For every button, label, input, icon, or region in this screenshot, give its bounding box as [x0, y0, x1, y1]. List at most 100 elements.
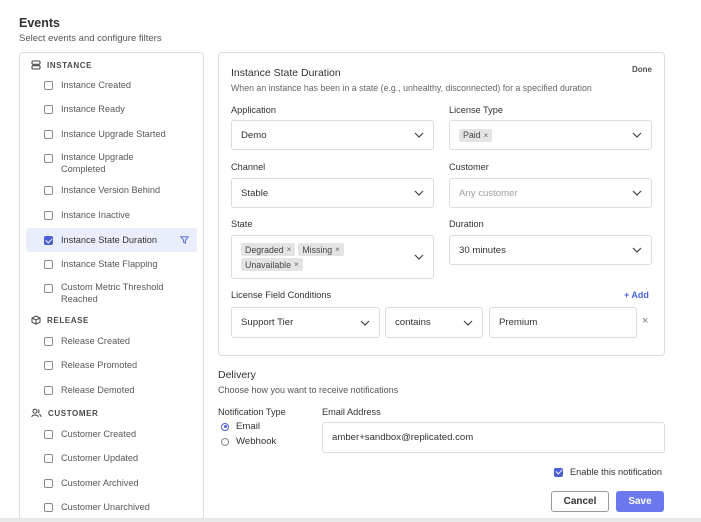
email-address-input[interactable]: amber+sandbox@replicated.com: [322, 422, 665, 453]
event-checkbox[interactable]: [44, 129, 53, 139]
event-config-card: Instance State Duration When an instance…: [218, 52, 665, 356]
enable-checkbox[interactable]: [554, 467, 563, 477]
event-item-instance-inactive[interactable]: Instance Inactive: [26, 207, 197, 223]
event-item-instance-created[interactable]: Instance Created: [26, 77, 197, 93]
delivery-description: Choose how you want to receive notificat…: [218, 385, 399, 395]
channel-label: Channel: [231, 162, 266, 172]
duration-value: 30 minutes: [459, 244, 506, 256]
event-item-instance-state-duration[interactable]: Instance State Duration: [26, 228, 197, 252]
remove-condition-icon[interactable]: ×: [642, 315, 648, 327]
event-checkbox[interactable]: [44, 210, 53, 220]
customer-label: Customer: [449, 162, 489, 172]
chip-remove-icon[interactable]: ×: [484, 131, 489, 140]
filter-icon[interactable]: [180, 236, 189, 245]
event-item-instance-upgrade-completed[interactable]: Instance Upgrade Completed: [26, 150, 197, 176]
radio-label: Email: [236, 421, 260, 432]
event-label: Instance Ready: [61, 104, 125, 114]
bottom-scrollbar: [0, 518, 701, 522]
event-checkbox[interactable]: [44, 185, 53, 195]
event-checkbox[interactable]: [44, 336, 53, 346]
customer-select[interactable]: Any customer: [449, 178, 652, 208]
event-label: Instance Created: [61, 80, 131, 90]
save-button[interactable]: Save: [616, 491, 664, 512]
radio-icon[interactable]: [221, 437, 229, 446]
event-checkbox[interactable]: [44, 284, 53, 293]
event-checkbox-checked[interactable]: [44, 235, 53, 245]
event-label: Customer Archived: [61, 478, 139, 488]
event-item-customer-archived[interactable]: Customer Archived: [26, 475, 197, 491]
condition-operator-select[interactable]: contains: [385, 307, 483, 338]
section-label: RELEASE: [47, 315, 89, 325]
condition-value-text: Premium: [499, 317, 538, 328]
chevron-down-icon: [632, 247, 642, 253]
event-item-custom-metric-threshold[interactable]: Custom Metric Threshold Reached: [26, 280, 197, 306]
chip-label: Unavailable: [245, 259, 291, 270]
email-address-value: amber+sandbox@replicated.com: [332, 432, 474, 443]
page-title: Events: [19, 16, 60, 30]
event-checkbox[interactable]: [44, 453, 53, 463]
event-checkbox[interactable]: [44, 502, 53, 512]
event-label: Release Demoted: [61, 385, 135, 395]
event-label: Release Promoted: [61, 360, 138, 370]
page-subtitle: Select events and configure filters: [19, 33, 162, 44]
chip-remove-icon[interactable]: ×: [294, 260, 299, 269]
event-checkbox[interactable]: [44, 154, 53, 163]
radio-webhook[interactable]: Webhook: [221, 436, 276, 447]
event-item-release-created[interactable]: Release Created: [26, 333, 197, 349]
section-label: CUSTOMER: [48, 408, 99, 418]
radio-email[interactable]: Email: [221, 421, 260, 432]
event-checkbox[interactable]: [44, 385, 53, 395]
condition-field-select[interactable]: Support Tier: [231, 307, 380, 338]
event-checkbox[interactable]: [44, 360, 53, 370]
chevron-down-icon: [632, 190, 642, 196]
notification-type-label: Notification Type: [218, 407, 286, 417]
application-select[interactable]: Demo: [231, 120, 434, 150]
chip-label: Degraded: [245, 244, 284, 255]
chip-label: Missing: [302, 244, 333, 255]
section-header-customer: CUSTOMER: [20, 403, 98, 423]
event-checkbox[interactable]: [44, 259, 53, 269]
state-chips: Degraded × Missing × Unavailable ×: [241, 243, 411, 271]
channel-select[interactable]: Stable: [231, 178, 434, 208]
add-condition-link[interactable]: + Add: [624, 290, 649, 300]
application-value: Demo: [241, 129, 267, 141]
duration-label: Duration: [449, 219, 484, 229]
event-item-instance-state-flapping[interactable]: Instance State Flapping: [26, 256, 197, 272]
event-label: Customer Unarchived: [61, 502, 150, 512]
condition-operator-value: contains: [395, 317, 431, 328]
event-item-instance-upgrade-started[interactable]: Instance Upgrade Started: [26, 126, 197, 142]
license-type-select[interactable]: Paid ×: [449, 120, 652, 150]
section-label: INSTANCE: [47, 60, 93, 70]
event-label: Customer Created: [61, 429, 137, 439]
duration-select[interactable]: 30 minutes: [449, 235, 652, 265]
chevron-down-icon: [414, 190, 424, 196]
cancel-button[interactable]: Cancel: [551, 491, 609, 512]
done-button[interactable]: Done: [632, 65, 652, 74]
chevron-down-icon: [414, 132, 424, 138]
condition-value-input[interactable]: Premium: [489, 307, 637, 338]
event-item-instance-ready[interactable]: Instance Ready: [26, 101, 197, 117]
radio-selected-icon[interactable]: [221, 422, 229, 431]
event-checkbox[interactable]: [44, 478, 53, 488]
config-title: Instance State Duration: [231, 67, 341, 79]
condition-field-value: Support Tier: [241, 317, 294, 328]
database-icon: [31, 60, 41, 70]
event-item-customer-updated[interactable]: Customer Updated: [26, 450, 197, 466]
chip-remove-icon[interactable]: ×: [287, 245, 292, 254]
event-item-instance-version-behind[interactable]: Instance Version Behind: [26, 182, 197, 198]
event-item-release-demoted[interactable]: Release Demoted: [26, 382, 197, 398]
event-item-customer-unarchived[interactable]: Customer Unarchived: [26, 499, 197, 515]
event-checkbox[interactable]: [44, 80, 53, 90]
event-item-release-promoted[interactable]: Release Promoted: [26, 357, 197, 373]
enable-notification-toggle[interactable]: Enable this notification: [554, 467, 662, 477]
chevron-down-icon: [360, 320, 370, 326]
license-conditions-label: License Field Conditions: [231, 290, 332, 300]
event-label: Customer Updated: [61, 453, 139, 463]
application-label: Application: [231, 105, 276, 115]
state-select[interactable]: Degraded × Missing × Unavailable ×: [231, 235, 434, 279]
event-item-customer-created[interactable]: Customer Created: [26, 426, 197, 442]
chip-remove-icon[interactable]: ×: [335, 245, 340, 254]
customer-placeholder: Any customer: [459, 187, 518, 199]
event-checkbox[interactable]: [44, 104, 53, 114]
event-checkbox[interactable]: [44, 429, 53, 439]
